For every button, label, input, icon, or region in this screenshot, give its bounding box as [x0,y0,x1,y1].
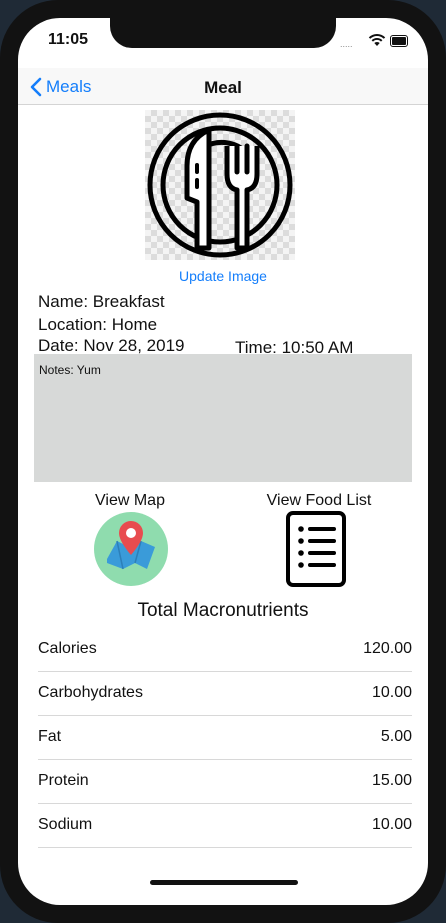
macro-name: Sodium [38,816,93,833]
macro-row[interactable]: Sodium 10.00 [38,804,412,848]
macro-value: 10.00 [371,684,412,701]
map-pin-icon [94,512,168,586]
macro-value: 5.00 [380,728,412,745]
macro-name: Calories [38,640,97,657]
status-icons: ..... [340,34,410,49]
wifi-icon [368,34,386,46]
macro-row[interactable]: Carbohydrates 10.00 [38,672,412,716]
update-image-button[interactable]: Update Image [18,268,428,284]
page-title: Meal [204,78,242,97]
screen: 11:05 ..... Meals Meal Update Image Name… [18,18,428,905]
notes-text: Notes: Yum [39,363,101,377]
meal-date: Date: Nov 28, 2019 [38,336,185,355]
notch [110,18,336,48]
notes-field[interactable]: Notes: Yum [34,354,412,482]
meal-location: Location: Home [38,315,158,334]
home-indicator[interactable] [150,880,298,885]
macros-title: Total Macronutrients [137,600,309,621]
device-frame: 11:05 ..... Meals Meal Update Image Name… [0,0,446,923]
battery-icon [390,35,408,47]
meal-image [145,110,295,260]
macro-value: 10.00 [371,816,412,833]
navigation-bar: Meals Meal [18,68,428,105]
signal-icon: ..... [340,39,353,49]
macros-table: Calories 120.00 Carbohydrates 10.00 Fat … [38,628,412,848]
plate-fork-knife-icon [147,112,293,258]
macro-row[interactable]: Fat 5.00 [38,716,412,760]
macro-name: Carbohydrates [38,684,143,701]
macro-value: 120.00 [363,640,412,657]
macro-name: Protein [38,772,89,789]
meal-name: Name: Breakfast [38,292,165,311]
list-document-icon [286,511,346,587]
view-food-list-button[interactable] [280,511,352,587]
macro-value: 15.00 [371,772,412,789]
macro-row[interactable]: Protein 15.00 [38,760,412,804]
macro-name: Fat [38,728,62,745]
view-food-list-label: View Food List [266,492,372,509]
view-map-button[interactable] [93,511,169,587]
macro-row[interactable]: Calories 120.00 [38,628,412,672]
status-time: 11:05 [48,31,89,48]
view-map-label: View Map [95,492,165,509]
